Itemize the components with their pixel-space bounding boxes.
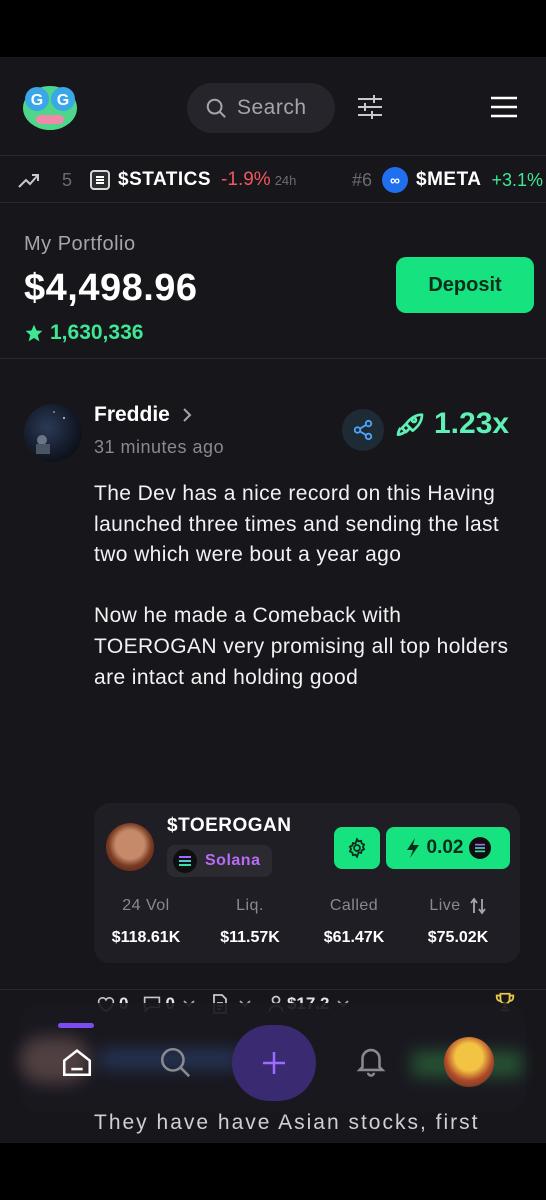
share-icon xyxy=(353,419,373,441)
ticker-rank: #6 xyxy=(352,169,373,190)
deposit-button[interactable]: Deposit xyxy=(396,257,534,313)
token-avatar xyxy=(106,823,154,871)
bottom-navigation xyxy=(20,1003,526,1113)
ticker-change: +3.1% xyxy=(491,169,544,190)
lightning-icon xyxy=(406,838,419,858)
ticker-change: -1.9% xyxy=(221,169,271,190)
svg-text:G: G xyxy=(31,92,43,109)
portfolio-value: $4,498.96 xyxy=(24,267,198,309)
profile-avatar[interactable] xyxy=(444,1037,494,1087)
stat-value: $75.02K xyxy=(427,929,489,946)
post-body: The Dev has a nice record on this Having… xyxy=(94,479,524,724)
multiplier-value: 1.23x xyxy=(434,407,510,440)
ticker-item-statics[interactable]: 5 $STATICS -1.9% 24h xyxy=(62,156,297,202)
trade-settings-button[interactable] xyxy=(334,827,380,869)
chevron-right-icon xyxy=(183,408,192,422)
post-paragraph: Now he made a Comeback with TOEROGAN ver… xyxy=(94,604,509,689)
author-name-link[interactable]: Freddie xyxy=(94,403,192,427)
post-paragraph: The Dev has a nice record on this Having… xyxy=(94,482,500,567)
solana-icon xyxy=(469,837,492,859)
meta-coin-icon: ∞ xyxy=(382,167,409,193)
stat-label: 24 Vol xyxy=(122,897,170,914)
rocket-icon xyxy=(396,413,424,436)
stat-value: $61.47K xyxy=(323,929,385,946)
stat-value: $118.61K xyxy=(111,929,181,946)
ticker-rank: 5 xyxy=(62,169,73,190)
token-stats: 24 Vol $118.61K Liq. $11.57K Called $61.… xyxy=(94,897,520,947)
search-icon xyxy=(206,98,226,118)
stat-value: $11.57K xyxy=(220,929,280,946)
svg-text:G: G xyxy=(57,92,69,109)
stat-volume: 24 Vol $118.61K xyxy=(94,897,198,947)
chain-name: Solana xyxy=(205,852,261,869)
bell-icon[interactable] xyxy=(354,1043,388,1077)
stat-label: Liq. xyxy=(236,897,264,914)
buy-amount: 0.02 xyxy=(426,837,464,858)
active-tab-indicator xyxy=(58,1023,94,1028)
ticker-item-meta[interactable]: #6 ∞ $META +3.1% xyxy=(352,156,544,202)
trending-ticker[interactable]: 5 $STATICS -1.9% 24h #6 ∞ $META +3.1% xyxy=(0,155,546,203)
feed-post: Freddie 31 minutes ago 1.23x The Dev has… xyxy=(0,359,546,1014)
points-value: 1,630,336 xyxy=(50,321,144,344)
search-placeholder: Search xyxy=(237,96,307,119)
home-icon[interactable] xyxy=(60,1045,94,1079)
author-name: Freddie xyxy=(94,403,170,426)
token-name: $TOEROGAN xyxy=(167,815,292,836)
token-card[interactable]: $TOEROGAN Solana 0.02 24 Vol $118.61K Li… xyxy=(94,803,520,963)
app-logo[interactable]: G G xyxy=(22,81,78,131)
next-post-text: They have have Asian stocks, first xyxy=(94,1111,480,1134)
ticker-period: 24h xyxy=(274,172,297,188)
call-multiplier: 1.23x xyxy=(394,407,509,441)
ticker-symbol: $META xyxy=(416,169,482,190)
plus-icon xyxy=(263,1052,285,1074)
trending-icon xyxy=(18,174,39,188)
create-post-button[interactable] xyxy=(232,1025,316,1101)
hamburger-menu-icon[interactable] xyxy=(490,95,518,119)
chain-badge: Solana xyxy=(167,845,273,877)
search-bar[interactable]: Search xyxy=(187,83,335,133)
stat-label: Called xyxy=(329,897,379,914)
top-bar: G G Search xyxy=(0,57,546,155)
quick-buy-button[interactable]: 0.02 xyxy=(386,827,510,869)
share-button[interactable] xyxy=(342,409,384,451)
post-timestamp: 31 minutes ago xyxy=(94,437,225,457)
app-screen: G G Search 5 $STATICS -1.9% 24h #6 ∞ $ME… xyxy=(0,57,546,1143)
stat-live[interactable]: Live $75.02K xyxy=(406,897,510,947)
sort-arrows-icon[interactable] xyxy=(469,897,487,915)
portfolio-points: 1,630,336 xyxy=(24,321,143,345)
portfolio-label: My Portfolio xyxy=(24,233,136,255)
portfolio-summary: My Portfolio $4,498.96 1,630,336 Deposit xyxy=(0,203,546,359)
star-icon xyxy=(25,324,43,342)
solana-icon xyxy=(173,849,197,873)
stat-label: Live xyxy=(429,897,461,914)
ticker-symbol: $STATICS xyxy=(118,169,212,190)
author-avatar[interactable] xyxy=(24,404,82,462)
search-icon[interactable] xyxy=(158,1045,192,1079)
sliders-icon[interactable] xyxy=(356,93,384,121)
statics-coin-icon xyxy=(90,170,111,190)
gear-icon xyxy=(348,837,366,859)
post-divider xyxy=(0,989,546,990)
stat-liquidity: Liq. $11.57K xyxy=(198,897,302,947)
stat-called: Called $61.47K xyxy=(302,897,406,947)
